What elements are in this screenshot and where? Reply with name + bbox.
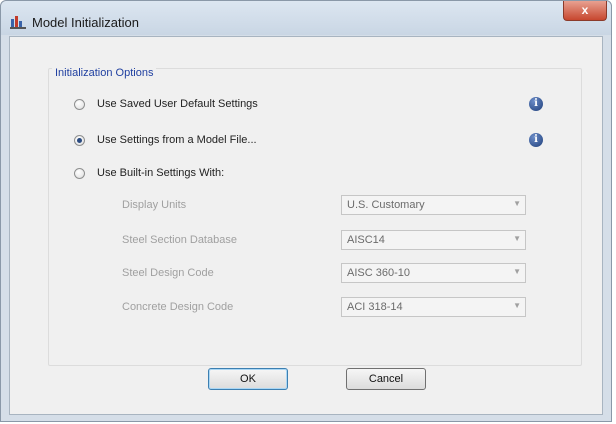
steel-section-database-label: Steel Section Database bbox=[122, 234, 237, 246]
group-label: Initialization Options bbox=[52, 67, 157, 79]
title-bar[interactable]: Model Initialization x bbox=[1, 1, 611, 35]
info-icon[interactable]: i bbox=[529, 97, 543, 111]
concrete-design-code-select[interactable]: ACI 318-14 ▼ bbox=[341, 297, 526, 317]
display-units-label: Display Units bbox=[122, 199, 187, 211]
option-settings-from-model-file[interactable]: Use Settings from a Model File... bbox=[74, 132, 257, 148]
chevron-down-icon: ▼ bbox=[513, 199, 521, 208]
radio-button[interactable] bbox=[74, 167, 85, 179]
chevron-down-icon: ▼ bbox=[513, 301, 521, 310]
concrete-design-code-label: Concrete Design Code bbox=[122, 301, 234, 313]
display-units-select[interactable]: U.S. Customary ▼ bbox=[341, 195, 526, 215]
initialization-options-group bbox=[48, 68, 582, 366]
select-value: ACI 318-14 bbox=[347, 301, 403, 313]
steel-design-code-label: Steel Design Code bbox=[122, 267, 214, 279]
option-label: Use Built-in Settings With: bbox=[97, 167, 225, 179]
window-title: Model Initialization bbox=[32, 15, 139, 30]
option-label: Use Saved User Default Settings bbox=[97, 98, 258, 110]
chevron-down-icon: ▼ bbox=[513, 267, 521, 276]
steel-design-code-select[interactable]: AISC 360-10 ▼ bbox=[341, 263, 526, 283]
chevron-down-icon: ▼ bbox=[513, 234, 521, 243]
cancel-button[interactable]: Cancel bbox=[346, 368, 426, 390]
radio-button[interactable] bbox=[74, 98, 85, 110]
select-value: U.S. Customary bbox=[347, 199, 425, 211]
option-saved-user-defaults[interactable]: Use Saved User Default Settings bbox=[74, 96, 258, 112]
option-label: Use Settings from a Model File... bbox=[97, 134, 257, 146]
radio-button-checked[interactable] bbox=[74, 134, 85, 146]
app-icon bbox=[10, 16, 26, 29]
select-value: AISC 360-10 bbox=[347, 267, 410, 279]
close-button[interactable]: x bbox=[563, 1, 607, 21]
steel-section-database-select[interactable]: AISC14 ▼ bbox=[341, 230, 526, 250]
ok-button[interactable]: OK bbox=[208, 368, 288, 390]
dialog-body: Initialization Options Use Saved User De… bbox=[9, 36, 603, 415]
info-icon[interactable]: i bbox=[529, 133, 543, 147]
select-value: AISC14 bbox=[347, 234, 385, 246]
option-built-in-settings[interactable]: Use Built-in Settings With: bbox=[74, 165, 224, 181]
model-initialization-dialog: Model Initialization x Initialization Op… bbox=[0, 0, 612, 422]
